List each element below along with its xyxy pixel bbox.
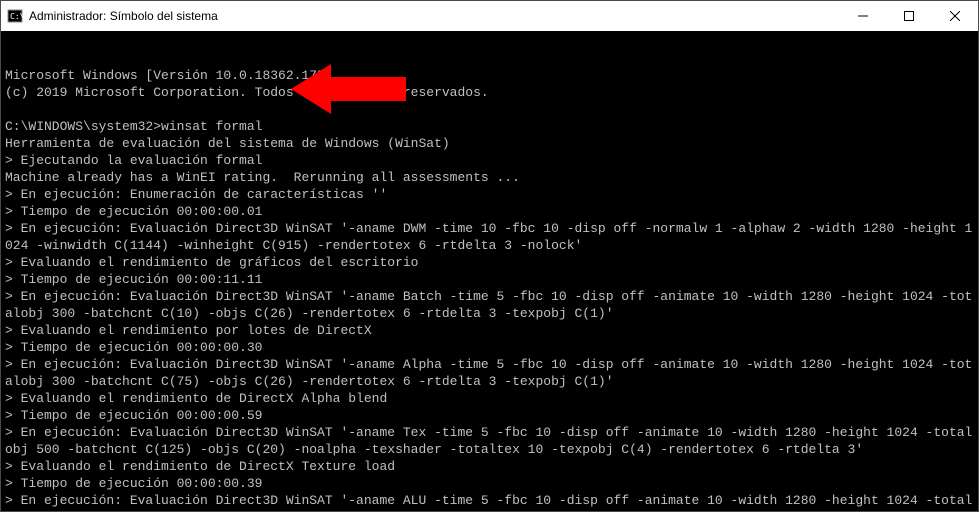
terminal-line: (c) 2019 Microsoft Corporation. Todos lo…	[5, 84, 974, 101]
terminal-line: C:\WINDOWS\system32>winsat formal	[5, 118, 974, 135]
terminal-line: Microsoft Windows [Versión 10.0.18362.17…	[5, 67, 974, 84]
terminal-line: > Evaluando el rendimiento de DirectX Te…	[5, 458, 974, 475]
close-button[interactable]	[932, 1, 978, 31]
terminal-line: > Tiempo de ejecución 00:00:00.39	[5, 475, 974, 492]
maximize-button[interactable]	[886, 1, 932, 31]
terminal-line: > Evaluando el rendimiento de gráficos d…	[5, 254, 974, 271]
terminal-line: Machine already has a WinEI rating. Reru…	[5, 169, 974, 186]
cmd-icon: C:\	[7, 8, 23, 24]
terminal-line: > En ejecución: Evaluación Direct3D WinS…	[5, 220, 974, 254]
terminal-line: > Tiempo de ejecución 00:00:00.59	[5, 407, 974, 424]
terminal-output[interactable]: Microsoft Windows [Versión 10.0.18362.17…	[1, 31, 978, 511]
terminal-line: > En ejecución: Evaluación Direct3D WinS…	[5, 424, 974, 458]
window-controls	[840, 1, 978, 31]
terminal-line: > Tiempo de ejecución 00:00:11.11	[5, 271, 974, 288]
minimize-button[interactable]	[840, 1, 886, 31]
terminal-line: > En ejecución: Evaluación Direct3D WinS…	[5, 356, 974, 390]
terminal-line: > En ejecución: Evaluación Direct3D WinS…	[5, 288, 974, 322]
terminal-line	[5, 101, 974, 118]
terminal-line: > Evaluando el rendimiento de DirectX Al…	[5, 390, 974, 407]
terminal-line: > Ejecutando la evaluación formal	[5, 152, 974, 169]
window-title: Administrador: Símbolo del sistema	[29, 9, 840, 23]
terminal-line: > En ejecución: Evaluación Direct3D WinS…	[5, 492, 974, 511]
terminal-line: Herramienta de evaluación del sistema de…	[5, 135, 974, 152]
terminal-line: > Tiempo de ejecución 00:00:00.01	[5, 203, 974, 220]
titlebar: C:\ Administrador: Símbolo del sistema	[1, 1, 978, 31]
terminal-line: > En ejecución: Enumeración de caracterí…	[5, 186, 974, 203]
svg-text:C:\: C:\	[10, 12, 23, 21]
terminal-line: > Tiempo de ejecución 00:00:00.30	[5, 339, 974, 356]
terminal-line: > Evaluando el rendimiento por lotes de …	[5, 322, 974, 339]
cmd-window: C:\ Administrador: Símbolo del sistema M…	[0, 0, 979, 512]
